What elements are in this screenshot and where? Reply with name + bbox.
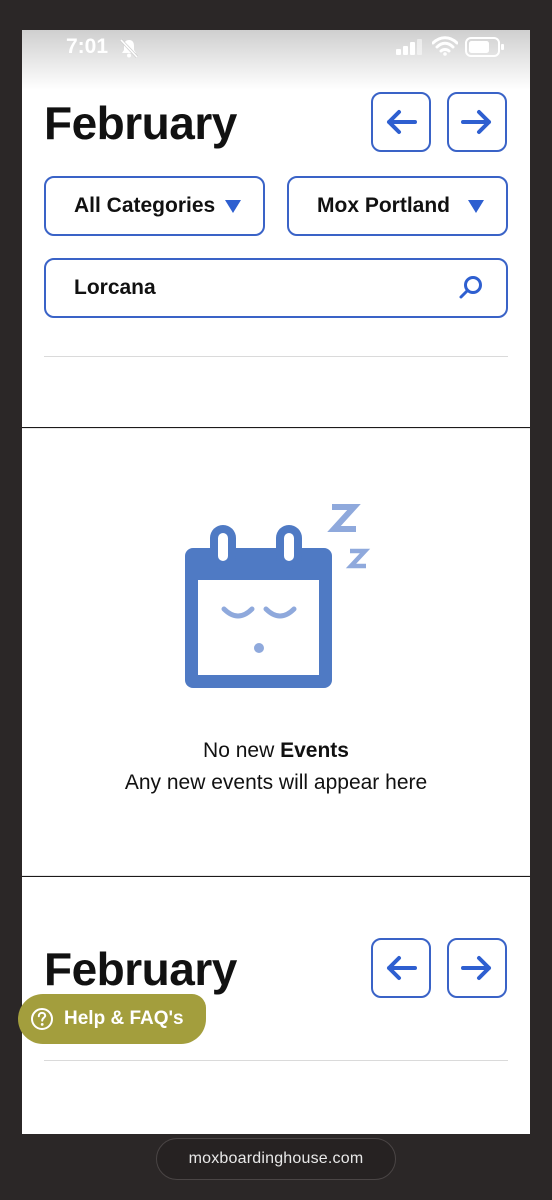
next-month-button[interactable] <box>447 92 507 152</box>
help-faq-label: Help & FAQ's <box>64 1008 184 1029</box>
bell-off-icon <box>119 38 139 59</box>
signal-icon <box>396 39 422 55</box>
question-circle-icon <box>31 1008 53 1030</box>
previous-month-button[interactable] <box>371 92 431 152</box>
browser-url-bar[interactable]: moxboardinghouse.com <box>156 1138 396 1180</box>
search-input-value: Lorcana <box>74 276 156 299</box>
empty-state-title: No new Events <box>22 739 530 763</box>
sleeping-calendar-icon <box>185 504 371 688</box>
chevron-down-icon <box>225 199 241 213</box>
empty-events-card: No new Events Any new events will appear… <box>22 428 530 876</box>
location-select[interactable]: Mox Portland <box>287 176 508 236</box>
page-title: February <box>44 97 237 149</box>
category-select[interactable]: All Categories <box>44 176 265 236</box>
help-faq-button[interactable]: Help & FAQ's <box>18 994 206 1044</box>
footer-month-title: February <box>44 943 237 995</box>
status-bar: 7:01 <box>22 30 530 90</box>
arrow-left-icon <box>387 110 417 134</box>
empty-state-title-prefix: No new <box>203 739 281 762</box>
search-input[interactable]: Lorcana <box>44 258 508 318</box>
arrow-right-icon <box>461 956 491 980</box>
battery-icon <box>465 37 504 57</box>
arrow-left-icon <box>387 956 417 980</box>
arrow-right-icon <box>461 110 491 134</box>
footer-previous-month-button[interactable] <box>371 938 431 998</box>
chevron-down-icon <box>468 199 484 213</box>
footer-next-month-button[interactable] <box>447 938 507 998</box>
empty-state-title-bold: Events <box>280 739 349 762</box>
status-time: 7:01 <box>66 35 109 58</box>
empty-state-subtitle: Any new events will appear here <box>124 771 428 794</box>
app-screen: 7:01 February All Categories Mox Portlan… <box>22 30 530 1134</box>
wifi-icon <box>432 36 458 56</box>
location-select-value: Mox Portland <box>317 194 451 217</box>
divider <box>44 356 508 357</box>
search-icon[interactable] <box>458 275 484 301</box>
browser-url-text: moxboardinghouse.com <box>188 1150 364 1167</box>
category-select-value: All Categories <box>74 194 216 217</box>
footer-divider <box>44 1060 508 1061</box>
